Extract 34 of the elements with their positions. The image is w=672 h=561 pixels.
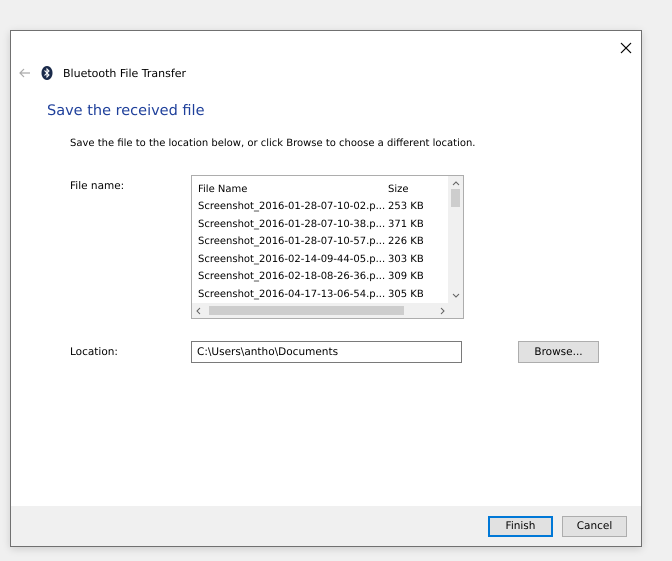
file-list[interactable]: [191, 175, 464, 319]
file-name-cell-text: Screenshot_2016-01-28-07-10-38.p...: [198, 218, 386, 230]
file-size-cell-text: 309 KB: [388, 271, 425, 282]
file-size-cell-text: 303 KB: [388, 254, 425, 265]
scroll-left-icon[interactable]: [195, 306, 203, 314]
cancel-button[interactable]: Cancel: [562, 516, 627, 536]
dialog-heading: Save the received file: [47, 103, 206, 119]
browse-button[interactable]: Browse...: [518, 341, 599, 363]
scroll-up-icon[interactable]: [452, 179, 460, 187]
location-field[interactable]: C:\Users\antho\Documents: [191, 341, 462, 363]
close-button[interactable]: [619, 41, 633, 55]
file-name-cell-text: Screenshot_2016-02-18-08-26-36.p...: [198, 271, 386, 282]
scrollbar-thumb[interactable]: [209, 306, 404, 315]
file-size-cell-text: 253 KB: [388, 201, 425, 212]
scroll-down-icon[interactable]: [452, 292, 460, 300]
file-name-label: File name:: [70, 180, 126, 192]
location-label: Location:: [70, 346, 119, 358]
window-title: Bluetooth File Transfer: [63, 66, 186, 80]
file-name-cell-text: Screenshot_2016-04-17-13-06-54.p...: [198, 288, 386, 300]
file-size-cell-text: 371 KB: [388, 218, 425, 230]
scroll-right-icon[interactable]: [438, 306, 446, 314]
bluetooth-icon: [41, 66, 53, 80]
column-header[interactable]: File Name: [198, 184, 388, 194]
finish-button[interactable]: Finish: [488, 516, 553, 536]
file-name-cell-text: Screenshot_2016-01-28-07-10-02.p...: [198, 201, 386, 212]
vertical-scrollbar[interactable]: [448, 176, 463, 303]
file-size-cell-text: 226 KB: [388, 236, 425, 248]
file-name-cell-text: Screenshot_2016-01-28-07-10-57.p...: [198, 236, 386, 248]
scrollbar-thumb[interactable]: [451, 189, 460, 207]
file-size-cell-text: 305 KB: [388, 288, 425, 300]
file-name-cell-text: Screenshot_2016-02-14-09-44-05.p...: [198, 254, 386, 265]
horizontal-scrollbar[interactable]: [192, 303, 463, 318]
instruction-text: Save the file to the location below, or click Browse to choose a different location.: [70, 138, 476, 149]
column-header[interactable]: Size: [388, 184, 448, 194]
